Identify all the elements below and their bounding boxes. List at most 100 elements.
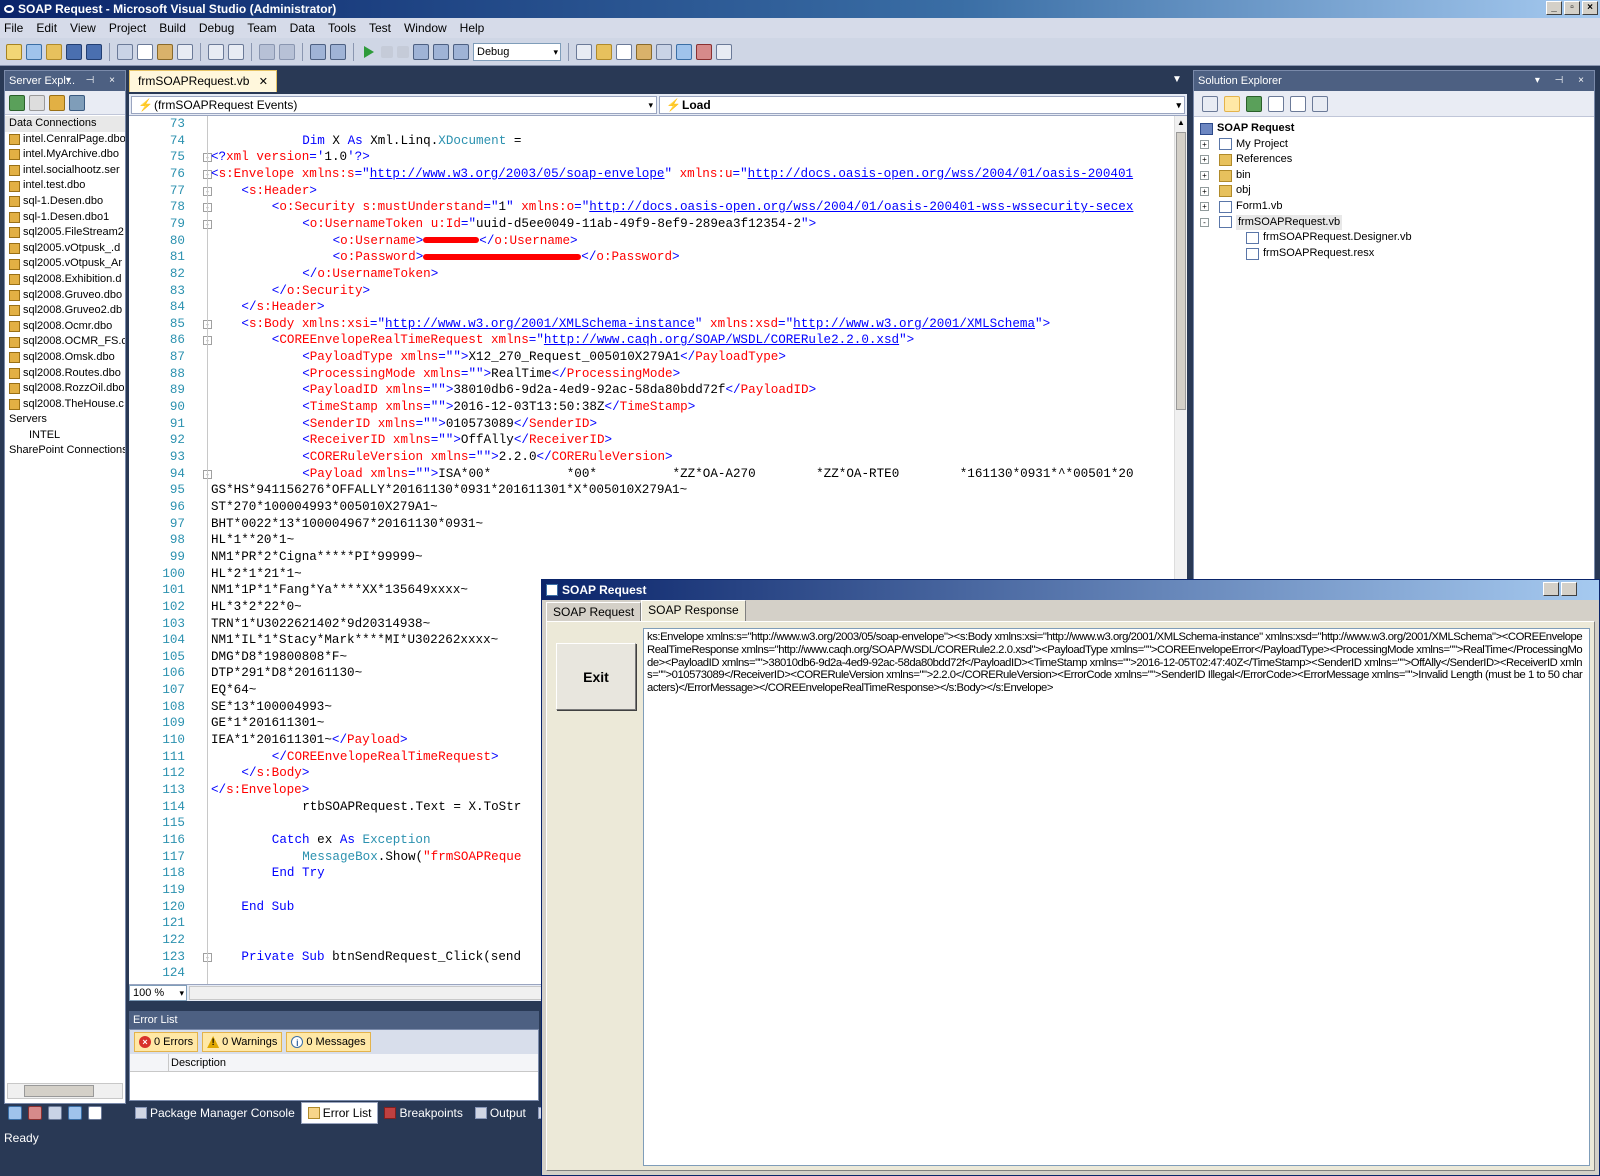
server-explorer-icon[interactable] (676, 43, 692, 60)
add-item-icon[interactable] (26, 43, 42, 60)
code-line[interactable]: Catch ex As Exception (211, 832, 431, 849)
toolbox-icon[interactable] (656, 43, 672, 60)
refresh-icon[interactable] (9, 94, 25, 111)
solution-node[interactable]: + bin (1200, 168, 1251, 184)
server-explorer-node[interactable]: Servers (5, 412, 125, 428)
toolbox-tab-icon[interactable] (48, 1106, 62, 1120)
server-explorer-node[interactable]: intel.CenralPage.dbo (5, 132, 125, 148)
expand-icon[interactable]: + (1200, 186, 1209, 196)
expand-icon[interactable]: + (1200, 202, 1209, 212)
tab-breakpoints[interactable]: Breakpoints (378, 1102, 468, 1124)
code-line[interactable]: <s:Body xmlns:xsi="http://www.w3.org/200… (211, 316, 1050, 333)
data-connections-node[interactable]: Data Connections (5, 116, 125, 132)
code-line[interactable]: <CORERuleVersion xmlns="">2.2.0</CORERul… (211, 449, 672, 466)
server-explorer-node[interactable]: sql2008.Gruveo.dbo (5, 288, 125, 304)
stop-icon[interactable] (397, 45, 409, 58)
view-class-diagram-icon[interactable] (1312, 95, 1328, 112)
comment-icon[interactable] (208, 43, 224, 60)
stop-refresh-icon[interactable] (29, 94, 45, 111)
solution-node[interactable]: + Form1.vb (1200, 199, 1282, 215)
code-line[interactable]: GE*1*201611301~ (211, 715, 324, 732)
code-line[interactable]: NM1*PR*2*Cigna*****PI*99999~ (211, 549, 423, 566)
menu-debug[interactable]: Debug (199, 21, 234, 35)
tab-output[interactable]: Output (469, 1102, 532, 1124)
horizontal-scrollbar[interactable] (7, 1083, 123, 1099)
connect-server-icon[interactable] (69, 94, 85, 111)
tab-soap-response[interactable]: SOAP Response (641, 600, 746, 622)
code-line[interactable]: </s:Body> (211, 765, 309, 782)
paste-icon[interactable] (157, 43, 173, 60)
code-line[interactable]: </s:Header> (211, 299, 324, 316)
tab-soap-request[interactable]: SOAP Request (546, 602, 642, 622)
code-line[interactable]: End Sub (211, 899, 294, 916)
dialog-minimize-button[interactable] (1543, 582, 1559, 596)
view-designer-icon[interactable] (1290, 95, 1306, 112)
dialog-maximize-button[interactable] (1561, 582, 1577, 596)
code-line[interactable]: EQ*64~ (211, 682, 256, 699)
code-line[interactable]: <TimeStamp xmlns="">2016-12-03T13:50:38Z… (211, 399, 695, 416)
server-explorer-node[interactable]: sql2008.TheHouse.c (5, 397, 125, 413)
panel-pin-close-icon[interactable]: ▾ ⊣ × (1535, 71, 1590, 91)
code-line[interactable]: <s:Header> (211, 183, 317, 200)
step-over-icon[interactable] (433, 43, 449, 60)
code-line[interactable]: <o:Username> </o:Username> (211, 233, 578, 250)
code-line[interactable]: End Try (211, 865, 325, 882)
code-line[interactable]: <?xml version='1.0'?> (211, 149, 370, 166)
menu-data[interactable]: Data (290, 21, 315, 35)
zoom-dropdown[interactable]: 100 % (129, 985, 187, 1001)
server-explorer-node[interactable]: sql2008.RozzOil.dbo (5, 381, 125, 397)
code-line[interactable]: <SenderID xmlns="">010573089</SenderID> (211, 416, 597, 433)
code-line[interactable]: DMG*D8*19800808*F~ (211, 649, 347, 666)
solution-node[interactable]: + My Project (1200, 137, 1288, 153)
restore-button[interactable]: ▫ (1564, 1, 1580, 15)
connect-database-icon[interactable] (49, 94, 65, 111)
code-line[interactable]: <o:UsernameToken u:Id="uuid-d5ee0049-11a… (211, 216, 816, 233)
document-outline-tab-icon[interactable] (88, 1106, 102, 1120)
server-explorer-node[interactable]: sql2005.vOtpusk_.d (5, 241, 125, 257)
solution-explorer-icon[interactable] (596, 43, 612, 60)
tab-error-list[interactable]: Error List (300, 1102, 379, 1124)
server-explorer-node[interactable]: sql2008.OCMR_FS.c (5, 334, 125, 350)
code-line[interactable]: <PayloadType xmlns="">X12_270_Request_00… (211, 349, 786, 366)
menu-help[interactable]: Help (460, 21, 485, 35)
step-into-icon[interactable] (413, 43, 429, 60)
class-name-dropdown[interactable]: ⚡ (frmSOAPRequest Events) (131, 96, 657, 114)
menu-window[interactable]: Window (404, 21, 447, 35)
menu-view[interactable]: View (70, 21, 96, 35)
view-code-icon[interactable] (1268, 95, 1284, 112)
tab-package-manager-console[interactable]: Package Manager Console (129, 1102, 301, 1124)
messages-filter-button[interactable]: i0 Messages (286, 1032, 371, 1052)
properties-tab-icon[interactable] (68, 1106, 82, 1120)
solution-node[interactable]: frmSOAPRequest.resx (1246, 246, 1374, 262)
save-all-icon[interactable] (86, 43, 102, 60)
menu-build[interactable]: Build (159, 21, 186, 35)
code-line[interactable]: </o:Security> (211, 283, 370, 300)
pause-icon[interactable] (381, 45, 393, 58)
menu-project[interactable]: Project (109, 21, 146, 35)
tab-frmsoaprequest-vb[interactable]: frmSOAPRequest.vb ✕ (129, 70, 277, 92)
expand-icon[interactable]: + (1200, 139, 1209, 149)
code-line[interactable]: </COREEnvelopeRealTimeRequest> (211, 749, 499, 766)
server-explorer-node[interactable]: intel.MyArchive.dbo (5, 147, 125, 163)
object-browser-icon[interactable] (636, 43, 652, 60)
scroll-thumb[interactable] (24, 1085, 94, 1097)
server-explorer-node[interactable]: sql2005.FileStream2 (5, 225, 125, 241)
code-line[interactable]: Private Sub btnSendRequest_Click(send (211, 949, 521, 966)
code-line[interactable]: HL*2*1*21*1~ (211, 566, 302, 583)
scroll-up-icon[interactable]: ▲ (1175, 116, 1187, 130)
extension-manager-icon[interactable] (696, 43, 712, 60)
code-line[interactable]: <ProcessingMode xmlns="">RealTime</Proce… (211, 366, 680, 383)
code-line[interactable]: NM1*IL*1*Stacy*Mark****MI*U302262xxxx~ (211, 632, 498, 649)
new-project-icon[interactable] (6, 43, 22, 60)
code-line[interactable]: <s:Envelope xmlns:s="http://www.w3.org/2… (211, 166, 1133, 183)
code-line[interactable]: <COREEnvelopeRealTimeRequest xmlns="http… (211, 332, 914, 349)
server-explorer-node[interactable]: sql-1.Desen.dbo (5, 194, 125, 210)
code-line[interactable]: IEA*1*201611301~</Payload> (211, 732, 408, 749)
server-explorer-node[interactable]: SharePoint Connections (5, 443, 125, 459)
server-explorer-node[interactable]: intel.test.dbo (5, 178, 125, 194)
refresh-icon[interactable] (1246, 95, 1262, 112)
close-button[interactable]: × (1582, 1, 1598, 15)
menu-file[interactable]: File (4, 21, 23, 35)
undo-icon[interactable] (259, 43, 275, 60)
expand-icon[interactable]: + (1200, 171, 1209, 181)
